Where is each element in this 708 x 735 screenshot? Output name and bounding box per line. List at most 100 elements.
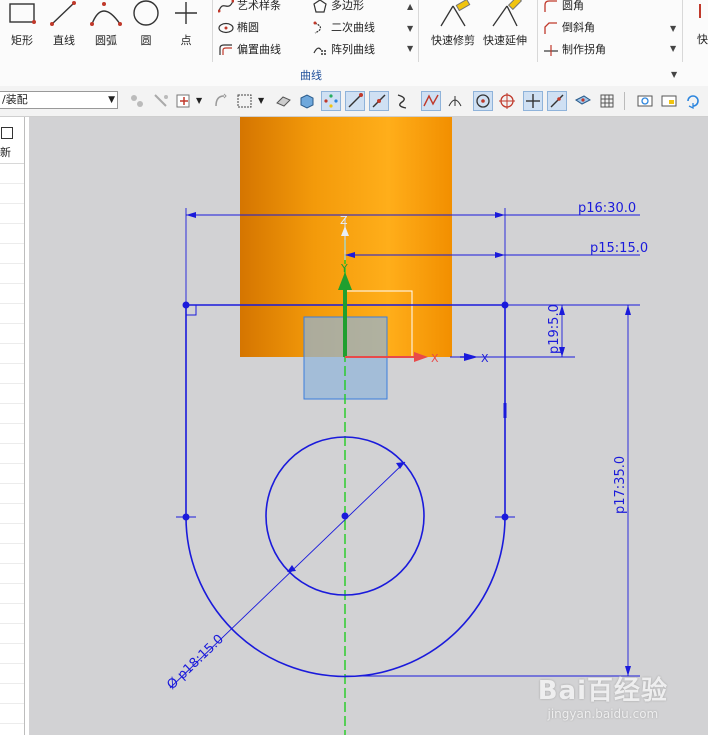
point-on-face-icon[interactable] bbox=[574, 92, 592, 110]
more-icon[interactable]: ▼ bbox=[407, 44, 413, 53]
navigator-row-separator bbox=[0, 663, 24, 664]
cut-icon bbox=[699, 4, 701, 18]
pattern-curve-button[interactable]: 阵列曲线 bbox=[312, 40, 375, 60]
corner-more-icon[interactable]: ▼ bbox=[670, 44, 676, 53]
offset-curve-label: 偏置曲线 bbox=[237, 43, 281, 56]
studio-spline-button[interactable]: 艺术样条 bbox=[217, 0, 281, 16]
navigator-row-separator bbox=[0, 623, 24, 624]
dim-p17-label[interactable]: p17:35.0 bbox=[613, 456, 628, 514]
navigator-row-separator bbox=[0, 243, 24, 244]
point-on-curve-icon[interactable] bbox=[547, 91, 567, 111]
conic-button[interactable]: 二次曲线 bbox=[312, 18, 375, 38]
navigator-row-separator bbox=[0, 443, 24, 444]
quick-trim-button[interactable]: 快速修剪 bbox=[428, 0, 478, 52]
bounded-grid-icon[interactable] bbox=[598, 92, 616, 110]
select-features-icon[interactable] bbox=[128, 92, 146, 110]
selection-filter-dropdown[interactable]: /装配 ▼ bbox=[0, 91, 118, 109]
quick-button-cut[interactable]: 快 bbox=[697, 30, 708, 50]
navigator-row-separator bbox=[0, 503, 24, 504]
ellipse-button[interactable]: 椭圆 bbox=[218, 18, 259, 38]
quick-extend-label: 快速延伸 bbox=[483, 34, 527, 47]
ribbon-expand-icon[interactable]: ▼ bbox=[671, 70, 677, 79]
corner-dropdown-icon[interactable]: ▼ bbox=[670, 24, 676, 33]
control-point-icon[interactable] bbox=[394, 92, 412, 110]
chamfer-label: 倒斜角 bbox=[562, 21, 595, 34]
fit-view-icon[interactable] bbox=[636, 92, 654, 110]
curve-group-label: 曲线 bbox=[300, 69, 322, 82]
line-button[interactable]: 直线 bbox=[42, 0, 86, 52]
shaded-icon[interactable] bbox=[298, 92, 316, 110]
navigator-row-separator bbox=[0, 323, 24, 324]
end-point-icon[interactable] bbox=[345, 91, 365, 111]
shaded-with-edges-icon[interactable] bbox=[274, 92, 292, 110]
polygon-label: 多边形 bbox=[331, 0, 364, 12]
snap-point-filter-icon[interactable] bbox=[175, 92, 193, 110]
y-axis-label: Y bbox=[340, 262, 348, 275]
snap-points-icon[interactable] bbox=[321, 91, 341, 111]
mid-point-icon[interactable] bbox=[369, 91, 389, 111]
navigator-row-separator bbox=[0, 683, 24, 684]
ribbon-separator bbox=[212, 0, 213, 62]
dim-p16-label[interactable]: p16:30.0 bbox=[578, 201, 636, 216]
navigator-row-separator bbox=[0, 423, 24, 424]
select-bodies-icon[interactable] bbox=[152, 92, 170, 110]
chevron-down-icon[interactable]: ▼ bbox=[258, 96, 264, 105]
scroll-up-icon[interactable]: ▲ bbox=[407, 2, 413, 11]
rectangle-icon bbox=[9, 3, 36, 24]
toolbar-separator bbox=[624, 92, 625, 110]
polygon-button[interactable]: 多边形 bbox=[312, 0, 364, 16]
line-label: 直线 bbox=[53, 34, 75, 47]
dim-p19-label[interactable]: p19:5.0 bbox=[547, 304, 562, 354]
point-button[interactable]: 点 bbox=[164, 0, 208, 52]
dim-p15-label[interactable]: p15:15.0 bbox=[590, 241, 648, 256]
circle-center-icon[interactable] bbox=[473, 91, 493, 111]
studio-spline-label: 艺术样条 bbox=[237, 0, 281, 12]
navigator-row-separator bbox=[0, 283, 24, 284]
graphics-window[interactable]: p16:30.0 p15:15.0 p19:5.0 p17:35.0 Ø p18… bbox=[29, 117, 708, 735]
navigator-row-separator bbox=[0, 543, 24, 544]
scroll-down-icon[interactable]: ▼ bbox=[407, 24, 413, 33]
maximize-icon[interactable] bbox=[1, 127, 13, 139]
quick-trim-label: 快速修剪 bbox=[431, 34, 475, 47]
arc-icon bbox=[90, 2, 122, 26]
navigator-row-separator bbox=[0, 203, 24, 204]
z-axis-label: Z bbox=[340, 214, 348, 227]
make-corner-button[interactable]: 制作拐角 bbox=[543, 40, 606, 60]
quadrant-point-icon[interactable] bbox=[498, 92, 516, 110]
existing-point-icon[interactable] bbox=[523, 91, 543, 111]
spline-icon bbox=[217, 0, 235, 13]
x-axis-label: X bbox=[431, 352, 439, 365]
make-corner-icon bbox=[544, 45, 558, 56]
navigator-row-separator bbox=[0, 303, 24, 304]
navigator-column-header: 新 bbox=[0, 143, 24, 164]
dim-p18-label[interactable]: Ø p18:15.0 bbox=[164, 632, 227, 693]
point-label: 点 bbox=[180, 34, 192, 47]
fillet-label: 圆角 bbox=[562, 0, 584, 12]
make-corner-label: 制作拐角 bbox=[562, 43, 606, 56]
conic-icon bbox=[313, 21, 322, 34]
navigator-row-separator bbox=[0, 363, 24, 364]
fillet-button[interactable]: 圆角 bbox=[543, 0, 584, 16]
watermark-sub: jingyan.baidu.com bbox=[547, 707, 659, 721]
zoom-window-icon[interactable] bbox=[660, 92, 678, 110]
rectangle-select-icon[interactable] bbox=[236, 92, 254, 110]
rectangle-label: 矩形 bbox=[11, 34, 33, 47]
quick-extend-button[interactable]: 快速延伸 bbox=[480, 0, 530, 52]
rotate-view-icon[interactable] bbox=[684, 92, 702, 110]
sketch-view[interactable]: p16:30.0 p15:15.0 p19:5.0 p17:35.0 Ø p18… bbox=[29, 117, 708, 735]
circle-button[interactable]: 圆 bbox=[124, 0, 168, 52]
point-icon bbox=[175, 2, 197, 24]
watermark: Bai百经验 jingyan.baidu.com bbox=[538, 670, 668, 721]
select-tool-icon[interactable] bbox=[212, 92, 230, 110]
sketch-x-axis-arrow bbox=[464, 353, 478, 361]
chamfer-button[interactable]: 倒斜角 bbox=[543, 18, 595, 38]
circle-icon bbox=[133, 0, 159, 26]
chevron-down-icon[interactable]: ▼ bbox=[196, 96, 202, 105]
navigator-row-separator bbox=[0, 723, 24, 724]
intersection-point-icon[interactable] bbox=[421, 91, 441, 111]
arc-center-icon[interactable] bbox=[446, 92, 464, 110]
navigator-row-separator bbox=[0, 463, 24, 464]
rectangle-button[interactable]: 矩形 bbox=[0, 0, 44, 52]
arc-button[interactable]: 圆弧 bbox=[84, 0, 128, 52]
offset-curve-button[interactable]: 偏置曲线 bbox=[218, 40, 281, 60]
